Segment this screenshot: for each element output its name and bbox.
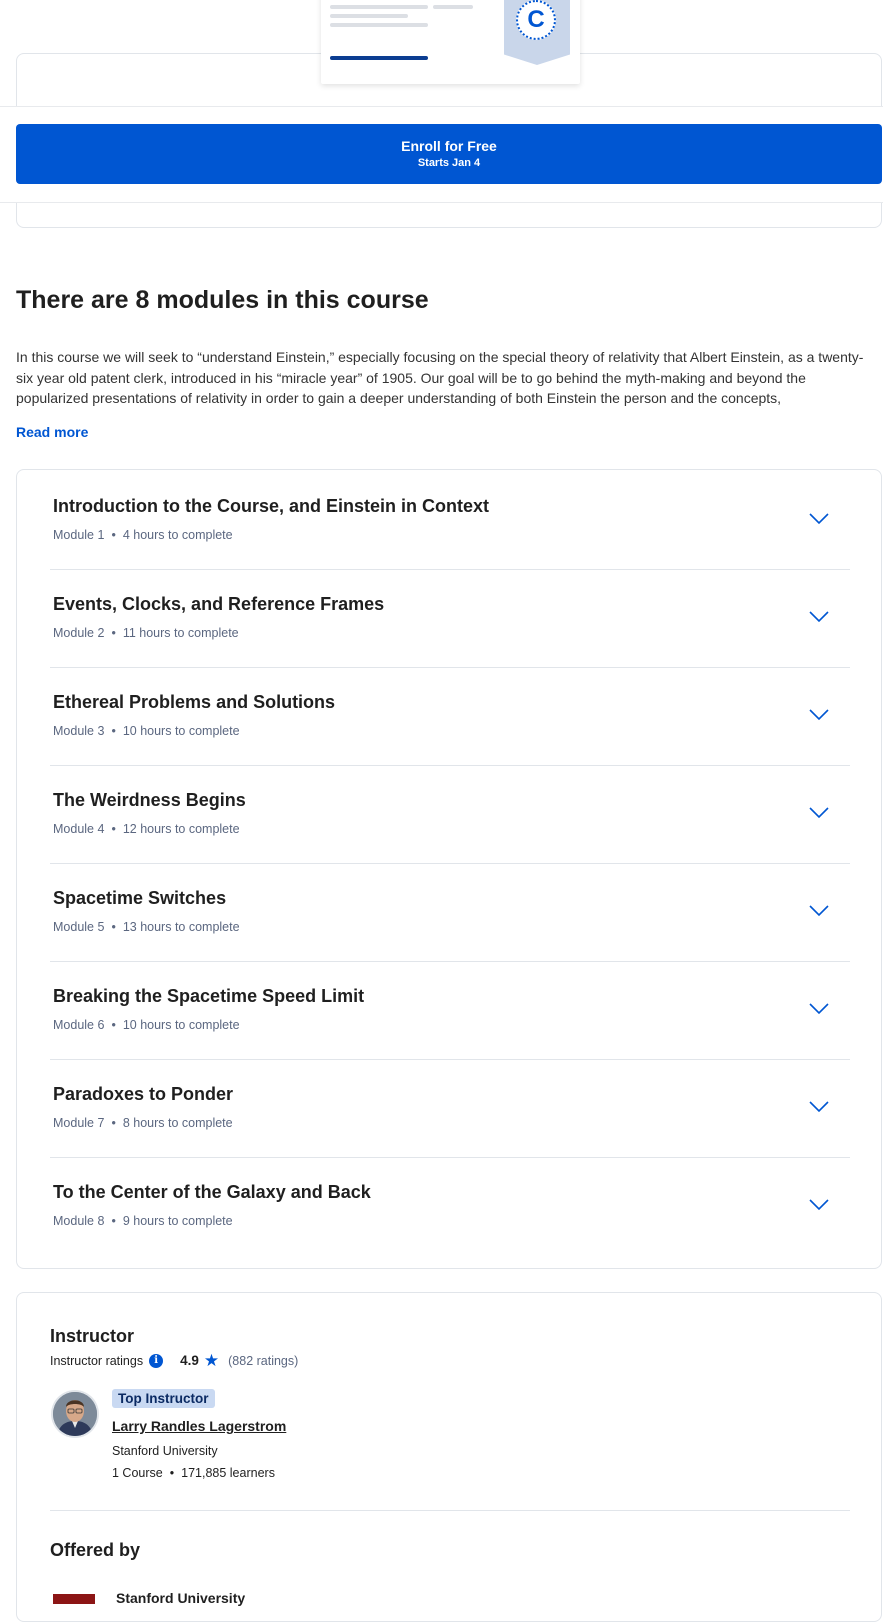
module-number: Module 8 bbox=[53, 1214, 105, 1228]
instructor-ratings-label: Instructor ratings bbox=[50, 1353, 144, 1368]
certificate-text-line bbox=[433, 5, 473, 9]
instructor-courses: 1 Course bbox=[112, 1466, 163, 1480]
module-title: Ethereal Problems and Solutions bbox=[53, 692, 336, 712]
enroll-button[interactable]: Enroll for Free Starts Jan 4 bbox=[16, 124, 882, 184]
module-duration: 4 hours to complete bbox=[122, 528, 233, 542]
rating-value: 4.9 bbox=[180, 1353, 199, 1368]
module-title: To the Center of the Galaxy and Back bbox=[53, 1182, 371, 1202]
module-duration: 10 hours to complete bbox=[122, 1018, 240, 1032]
module-title: Events, Clocks, and Reference Frames bbox=[53, 594, 385, 614]
module-duration: 10 hours to complete bbox=[122, 724, 240, 738]
instructor-learners: 171,885 learners bbox=[181, 1466, 275, 1480]
meta-separator: • bbox=[111, 626, 116, 640]
chevron-down-icon[interactable] bbox=[808, 610, 830, 624]
divider bbox=[50, 1510, 850, 1511]
module-meta: Module 2 • 11 hours to complete bbox=[53, 626, 239, 640]
module-item[interactable]: Events, Clocks, and Reference Frames Mod… bbox=[50, 568, 850, 668]
module-title: Paradoxes to Ponder bbox=[53, 1084, 234, 1104]
top-instructor-badge: Top Instructor bbox=[112, 1389, 215, 1408]
certificate-ribbon: C bbox=[504, 0, 570, 65]
module-title: Introduction to the Course, and Einstein… bbox=[53, 496, 489, 516]
course-description: In this course we will seek to “understa… bbox=[16, 349, 864, 406]
meta-separator: • bbox=[111, 920, 116, 934]
module-duration: 8 hours to complete bbox=[122, 1116, 233, 1130]
module-meta: Module 7 • 8 hours to complete bbox=[53, 1116, 233, 1130]
module-meta: Module 4 • 12 hours to complete bbox=[53, 822, 240, 836]
module-title: Spacetime Switches bbox=[53, 888, 227, 908]
module-item[interactable]: Breaking the Spacetime Speed Limit Modul… bbox=[50, 960, 850, 1060]
instructor-avatar[interactable] bbox=[53, 1392, 97, 1436]
meta-separator: • bbox=[111, 822, 116, 836]
coursera-seal-icon: C bbox=[516, 0, 556, 40]
module-duration: 11 hours to complete bbox=[122, 626, 239, 640]
instructor-stats: 1 Course • 171,885 learners bbox=[112, 1466, 275, 1480]
module-item[interactable]: Introduction to the Course, and Einstein… bbox=[50, 470, 850, 570]
meta-separator: • bbox=[111, 528, 116, 542]
module-title: The Weirdness Begins bbox=[53, 790, 246, 810]
chevron-down-icon[interactable] bbox=[808, 1198, 830, 1212]
module-number: Module 2 bbox=[53, 626, 105, 640]
meta-separator: • bbox=[111, 724, 116, 738]
instructor-name-link[interactable]: Larry Randles Lagerstrom bbox=[112, 1418, 286, 1434]
offered-by-name[interactable]: Stanford University bbox=[116, 1590, 245, 1606]
certificate-text-line bbox=[330, 23, 428, 27]
instructor-heading: Instructor bbox=[50, 1326, 135, 1346]
module-list: Introduction to the Course, and Einstein… bbox=[16, 469, 882, 1269]
instructor-photo bbox=[53, 1392, 97, 1436]
instructor-organization: Stanford University bbox=[112, 1444, 218, 1458]
meta-separator: • bbox=[111, 1214, 116, 1228]
module-item[interactable]: Ethereal Problems and Solutions Module 3… bbox=[50, 666, 850, 766]
enroll-button-label: Enroll for Free bbox=[401, 138, 497, 154]
meta-separator: • bbox=[111, 1018, 116, 1032]
module-item[interactable]: Paradoxes to Ponder Module 7 • 8 hours to … bbox=[50, 1058, 850, 1158]
module-item[interactable]: To the Center of the Galaxy and Back Mod… bbox=[50, 1156, 850, 1256]
stanford-logo[interactable] bbox=[53, 1594, 95, 1604]
module-number: Module 6 bbox=[53, 1018, 105, 1032]
meta-separator: • bbox=[111, 1116, 116, 1130]
module-meta: Module 3 • 10 hours to complete bbox=[53, 724, 240, 738]
module-number: Module 7 bbox=[53, 1116, 105, 1130]
chevron-down-icon[interactable] bbox=[808, 806, 830, 820]
module-item[interactable]: The Weirdness Begins Module 4 • 12 hours t… bbox=[50, 764, 850, 864]
instructor-ratings: Instructor ratings i 4.9 ★ (882 ratings) bbox=[50, 1352, 298, 1369]
stats-separator: • bbox=[169, 1466, 175, 1480]
module-item[interactable]: Spacetime Switches Module 5 • 13 hours to … bbox=[50, 862, 850, 962]
offered-by-heading: Offered by bbox=[50, 1540, 141, 1560]
chevron-down-icon[interactable] bbox=[808, 904, 830, 918]
module-number: Module 1 bbox=[53, 528, 105, 542]
chevron-down-icon[interactable] bbox=[808, 708, 830, 722]
module-meta: Module 5 • 13 hours to complete bbox=[53, 920, 240, 934]
certificate-preview: C bbox=[321, 0, 580, 84]
modules-section-title: There are 8 modules in this course bbox=[16, 286, 429, 314]
module-number: Module 3 bbox=[53, 724, 105, 738]
seal-letter: C bbox=[527, 6, 545, 33]
module-title: Breaking the Spacetime Speed Limit bbox=[53, 986, 365, 1006]
enroll-start-date: Starts Jan 4 bbox=[417, 157, 481, 169]
module-number: Module 4 bbox=[53, 822, 105, 836]
chevron-down-icon[interactable] bbox=[808, 512, 830, 526]
module-duration: 9 hours to complete bbox=[122, 1214, 233, 1228]
module-meta: Module 1 • 4 hours to complete bbox=[53, 528, 233, 542]
read-more-link[interactable]: Read more bbox=[16, 424, 88, 440]
rating-count: (882 ratings) bbox=[228, 1353, 299, 1368]
chevron-down-icon[interactable] bbox=[808, 1002, 830, 1016]
info-icon[interactable]: i bbox=[149, 1353, 164, 1368]
module-duration: 13 hours to complete bbox=[122, 920, 240, 934]
certificate-text-line bbox=[330, 14, 408, 18]
certificate-signature-line bbox=[330, 56, 428, 60]
star-icon: ★ bbox=[203, 1351, 220, 1370]
module-number: Module 5 bbox=[53, 920, 105, 934]
chevron-down-icon[interactable] bbox=[808, 1100, 830, 1114]
certificate-text-line bbox=[330, 5, 428, 9]
module-meta: Module 6 • 10 hours to complete bbox=[53, 1018, 240, 1032]
module-meta: Module 8 • 9 hours to complete bbox=[53, 1214, 233, 1228]
module-duration: 12 hours to complete bbox=[122, 822, 240, 836]
